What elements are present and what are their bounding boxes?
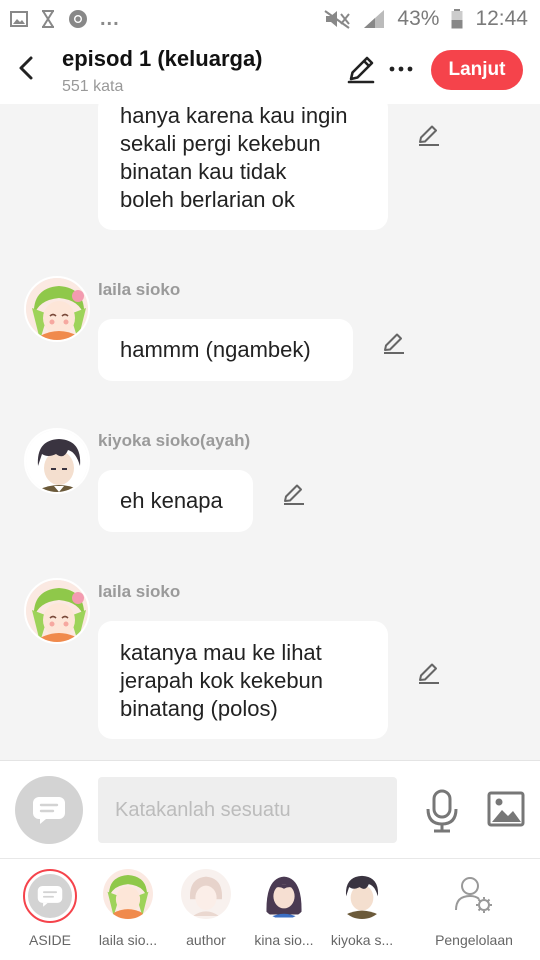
character-laila[interactable]: laila sio... <box>88 869 168 948</box>
message-line: binatang (polos) <box>120 696 278 721</box>
character-label: laila sio... <box>98 932 158 948</box>
speaker-name: kiyoka sioko(ayah) <box>98 431 251 450</box>
avatar-laila[interactable] <box>24 276 90 342</box>
hourglass-icon <box>42 10 54 28</box>
message-line: jerapah kok kekebun <box>120 668 324 693</box>
avatar <box>259 869 309 919</box>
character-label: ASIDE <box>28 932 71 948</box>
battery-percent: 43% <box>397 7 440 30</box>
message-bubble[interactable]: hammm (ngambek) <box>98 319 353 381</box>
character-label: author <box>186 932 226 948</box>
chat-mode-button[interactable] <box>15 776 83 844</box>
image-upload-icon[interactable] <box>487 791 525 827</box>
message-line: katanya mau ke lihat <box>120 640 322 665</box>
message-bubble[interactable]: hanya karena kau ingin sekali pergi keke… <box>98 104 388 230</box>
character-aside[interactable]: ASIDE <box>10 869 90 948</box>
speaker-name: laila sioko <box>98 280 181 299</box>
signal-icon <box>364 10 385 28</box>
pencil-icon[interactable] <box>344 52 378 86</box>
pencil-icon[interactable] <box>281 481 307 507</box>
back-icon[interactable] <box>12 52 42 84</box>
pencil-icon[interactable] <box>416 122 442 148</box>
status-dots: ... <box>100 7 120 30</box>
message-line: sekali pergi kekebun <box>120 131 321 156</box>
aside-avatar <box>23 869 77 923</box>
word-count: 551 kata <box>62 78 124 95</box>
message-line: hammm (ngambek) <box>120 337 311 362</box>
clock: 12:44 <box>475 7 528 30</box>
avatar <box>337 869 387 919</box>
episode-title[interactable]: episod 1 (keluarga) <box>62 46 263 72</box>
character-label: Pengelolaan <box>435 932 513 948</box>
microphone-icon[interactable] <box>424 789 460 833</box>
message-bubble[interactable]: eh kenapa <box>98 470 253 532</box>
message-line: binatan kau tidak <box>120 159 287 184</box>
battery-icon <box>451 9 463 29</box>
manage-characters-button[interactable]: Pengelolaan <box>428 869 520 948</box>
avatar <box>103 869 153 919</box>
manage-users-icon <box>449 869 499 919</box>
next-button[interactable]: Lanjut <box>431 50 523 90</box>
mute-icon <box>324 10 351 29</box>
pencil-icon[interactable] <box>381 330 407 356</box>
message-bubble[interactable]: katanya mau ke lihat jerapah kok kekebun… <box>98 621 388 739</box>
image-icon <box>10 11 28 27</box>
character-bar: ASIDE laila sio... author kina sio... ki… <box>0 858 540 960</box>
message-line: boleh berlarian ok <box>120 187 295 212</box>
character-kina[interactable]: kina sio... <box>244 869 324 948</box>
message-input[interactable] <box>98 777 397 843</box>
more-icon[interactable] <box>388 52 414 86</box>
avatar-laila[interactable] <box>24 578 90 644</box>
pencil-icon[interactable] <box>416 660 442 686</box>
chat-area[interactable]: hanya karena kau ingin sekali pergi keke… <box>0 104 540 760</box>
episode-header: episod 1 (keluarga) 551 kata Lanjut <box>0 38 540 104</box>
character-label: kina sio... <box>254 932 314 948</box>
chat-mode-icon <box>33 797 65 824</box>
character-label: kiyoka s... <box>330 932 394 948</box>
status-bar: ... 43% 12:44 <box>0 0 540 38</box>
avatar-kiyoka[interactable] <box>24 428 90 494</box>
character-kiyoka[interactable]: kiyoka s... <box>322 869 402 948</box>
input-bar <box>0 760 540 858</box>
chat-mode-icon <box>37 886 63 907</box>
speaker-name: laila sioko <box>98 582 181 601</box>
chrome-icon <box>69 10 87 28</box>
character-author[interactable]: author <box>166 869 246 948</box>
message-line: hanya karena kau ingin <box>120 104 348 128</box>
avatar <box>181 869 231 919</box>
message-line: eh kenapa <box>120 488 223 513</box>
